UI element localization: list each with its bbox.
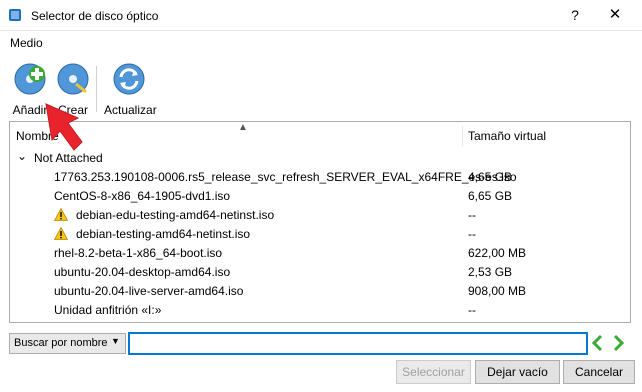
- warning-icon: [54, 227, 68, 240]
- item-name: 17763.253.190108-0006.rs5_release_svc_re…: [54, 170, 517, 184]
- search-input[interactable]: [128, 332, 588, 355]
- item-size: 6,65 GB: [468, 189, 513, 203]
- list-item[interactable]: debian-edu-testing-amd64-netinst.iso --: [10, 205, 610, 224]
- item-size: --: [468, 303, 476, 317]
- column-divider[interactable]: [462, 126, 463, 146]
- search-next-icon[interactable]: [610, 333, 626, 353]
- red-arrow-pointer-icon: [45, 103, 83, 151]
- item-name: rhel-8.2-beta-1-x86_64-boot.iso: [54, 246, 223, 260]
- item-size: --: [468, 227, 476, 241]
- item-name: debian-edu-testing-amd64-netinst.iso: [76, 208, 275, 222]
- item-size: 622,00 MB: [468, 246, 527, 260]
- media-list[interactable]: ▲ Nombre Tamaño virtual ⌄ Not Attached 1…: [9, 121, 631, 323]
- item-name: ubuntu-20.04-desktop-amd64.iso: [54, 265, 231, 279]
- add-disc-icon: [14, 63, 46, 95]
- title-bar: Selector de disco óptico ? ✕: [0, 0, 642, 31]
- warning-icon: [54, 208, 68, 221]
- window-title: Selector de disco óptico: [31, 9, 159, 23]
- item-size: 908,00 MB: [468, 284, 527, 298]
- toolbar-separator: [96, 66, 97, 112]
- search-mode-select[interactable]: Buscar por nombre ▼: [9, 333, 126, 354]
- column-header-size[interactable]: Tamaño virtual: [468, 129, 546, 143]
- list-header: Nombre Tamaño virtual: [10, 126, 630, 146]
- list-item[interactable]: rhel-8.2-beta-1-x86_64-boot.iso 622,00 M…: [10, 243, 610, 262]
- list-item[interactable]: ubuntu-20.04-desktop-amd64.iso 2,53 GB: [10, 262, 610, 281]
- create-disc-icon: [57, 63, 89, 95]
- dropdown-arrow-icon: ▼: [111, 336, 120, 346]
- item-name: debian-testing-amd64-netinst.iso: [76, 227, 251, 241]
- collapse-chevron-icon[interactable]: ⌄: [17, 149, 27, 163]
- list-item[interactable]: ubuntu-20.04-live-server-amd64.iso 908,0…: [10, 281, 610, 300]
- item-name: CentOS-8-x86_64-1905-dvd1.iso: [54, 189, 231, 203]
- search-mode-value: Buscar por nombre: [14, 337, 108, 349]
- virtualbox-app-icon: [9, 9, 21, 21]
- list-item[interactable]: 17763.253.190108-0006.rs5_release_svc_re…: [10, 167, 610, 186]
- search-previous-icon[interactable]: [590, 333, 606, 353]
- item-name: ubuntu-20.04-live-server-amd64.iso: [54, 284, 244, 298]
- item-size: --: [468, 208, 476, 222]
- item-size: 4,65 GB: [468, 170, 513, 184]
- menu-medio[interactable]: Medio: [10, 36, 43, 50]
- item-name: Unidad anfitrión «I:»: [54, 303, 162, 317]
- refresh-icon: [113, 63, 145, 95]
- list-item[interactable]: Unidad anfitrión «I:» --: [10, 300, 610, 319]
- help-button[interactable]: ?: [565, 5, 585, 25]
- refresh-label: Actualizar: [104, 103, 157, 117]
- item-size: 2,53 GB: [468, 265, 513, 279]
- refresh-button[interactable]: Actualizar: [104, 62, 157, 117]
- close-button[interactable]: ✕: [605, 5, 625, 25]
- list-item[interactable]: debian-testing-amd64-netinst.iso --: [10, 224, 610, 243]
- list-item[interactable]: CentOS-8-x86_64-1905-dvd1.iso 6,65 GB: [10, 186, 610, 205]
- cancel-button[interactable]: Cancelar: [563, 360, 635, 384]
- leave-empty-button[interactable]: Dejar vacío: [475, 360, 560, 384]
- select-button[interactable]: Seleccionar: [396, 360, 471, 384]
- group-not-attached[interactable]: ⌄ Not Attached: [10, 148, 610, 167]
